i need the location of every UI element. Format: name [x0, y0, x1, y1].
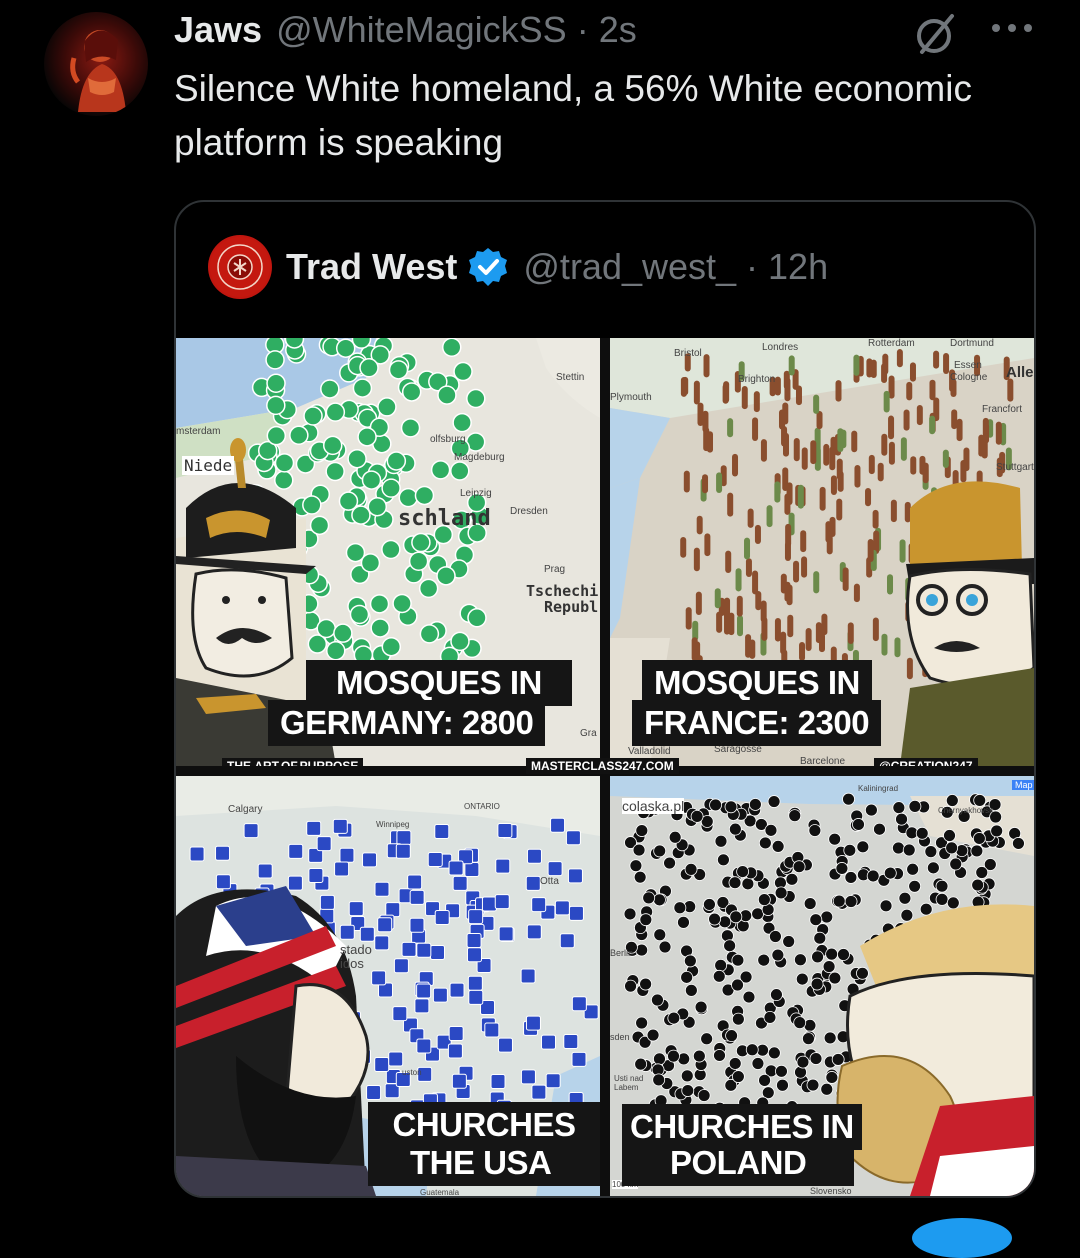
map-label: Rotterdam — [868, 338, 915, 349]
credit-label: @CREATION247 — [874, 758, 978, 766]
map-label: Alle — [1006, 364, 1034, 381]
map-label: Valladolid — [628, 746, 671, 757]
map-label: Prag — [544, 564, 566, 575]
map-label: Berlin — [610, 948, 634, 958]
map-label: Stettin — [556, 372, 585, 383]
map-label: Winnipeg — [376, 820, 410, 829]
caption-line: FRANCE: 2300 — [632, 700, 882, 746]
author-avatar[interactable] — [44, 12, 148, 116]
map-label: Dortmund — [950, 338, 994, 349]
map-label: Guatemala — [420, 1188, 460, 1196]
map-label: olfsburg — [430, 434, 466, 445]
map-label: Chernyakhovsk — [938, 806, 994, 815]
map-label: Bristol — [674, 348, 702, 359]
map-label: Republ — [544, 598, 599, 616]
credit-label: MASTERCLASS247.COM — [526, 758, 679, 774]
panel-churches-usa: Calgary ONTARIO Winnipeg stado idos Otta… — [176, 776, 600, 1196]
author-name[interactable]: Jaws — [174, 9, 262, 51]
map-label: schland — [398, 506, 491, 531]
map-label: msterdam — [176, 426, 221, 437]
quoted-tweet-header: Trad West @trad_west_ · 12h — [208, 235, 828, 299]
map-label: Stuttgart — [996, 462, 1034, 473]
map-label: sden — [610, 1032, 630, 1042]
compose-fab-button[interactable] — [912, 1218, 1012, 1258]
tweet-text: Silence White homeland, a 56% White econ… — [174, 68, 972, 163]
map-label: Calgary — [228, 804, 263, 815]
map-label: Map — [1012, 780, 1034, 790]
map-label: Magdeburg — [454, 452, 505, 463]
map-label: Plymouth — [610, 392, 652, 403]
map-label: Niede — [182, 456, 235, 475]
map-label: Essen — [954, 360, 982, 371]
map-label: Gra — [580, 728, 597, 739]
map-label: Slovensko — [810, 1186, 852, 1196]
map-label: Brighton — [738, 374, 776, 385]
caption-line: THE USA — [398, 1140, 564, 1186]
quoted-author-avatar[interactable] — [208, 235, 272, 299]
map-label: Leipzig — [460, 488, 492, 499]
meme-image[interactable]: msterdam Niede schland olfsburg Magdebur… — [176, 338, 1034, 1196]
map-label: ONTARIO — [464, 802, 500, 811]
map-label: Cologne — [950, 372, 988, 383]
grok-icon[interactable] — [912, 10, 960, 58]
caption-line: POLAND — [622, 1140, 855, 1186]
panel-churches-poland: colaska.pl Kaliningrad Chernyakhovsk Map… — [610, 776, 1034, 1196]
map-label: Otta — [540, 876, 559, 887]
credit-label: THE.ART.OF.PURPOSE — [222, 758, 364, 766]
tweet-header: Jaws @WhiteMagickSS · 2s — [174, 8, 637, 52]
author-handle-time[interactable]: @WhiteMagickSS · 2s — [276, 9, 637, 51]
map-label: uston — [402, 1068, 422, 1077]
quoted-tweet[interactable]: Trad West @trad_west_ · 12h msterdam Nie… — [174, 200, 1036, 1198]
panel-mosques-france: Londres Bristol Brighton Plymouth Rotter… — [610, 338, 1034, 766]
panel-mosques-germany: msterdam Niede schland olfsburg Magdebur… — [176, 338, 600, 766]
map-label: colaska.pl — [622, 798, 685, 814]
more-icon[interactable] — [990, 18, 1034, 38]
map-label: Kaliningrad — [858, 784, 899, 793]
caption-line: GERMANY: 2800 — [268, 700, 546, 746]
map-label: Usti nad Labem — [614, 1074, 644, 1092]
quoted-author-name[interactable]: Trad West — [286, 246, 457, 288]
map-label: Londres — [762, 342, 799, 353]
map-label: Barcelone — [800, 756, 846, 766]
map-label: idos — [340, 956, 364, 971]
map-label: Dresden — [510, 506, 548, 517]
map-label: Francfort — [982, 404, 1023, 415]
verified-icon — [469, 248, 508, 286]
quoted-author-handle-time[interactable]: @trad_west_ · 12h — [523, 246, 828, 288]
map-label: stado — [340, 942, 372, 957]
